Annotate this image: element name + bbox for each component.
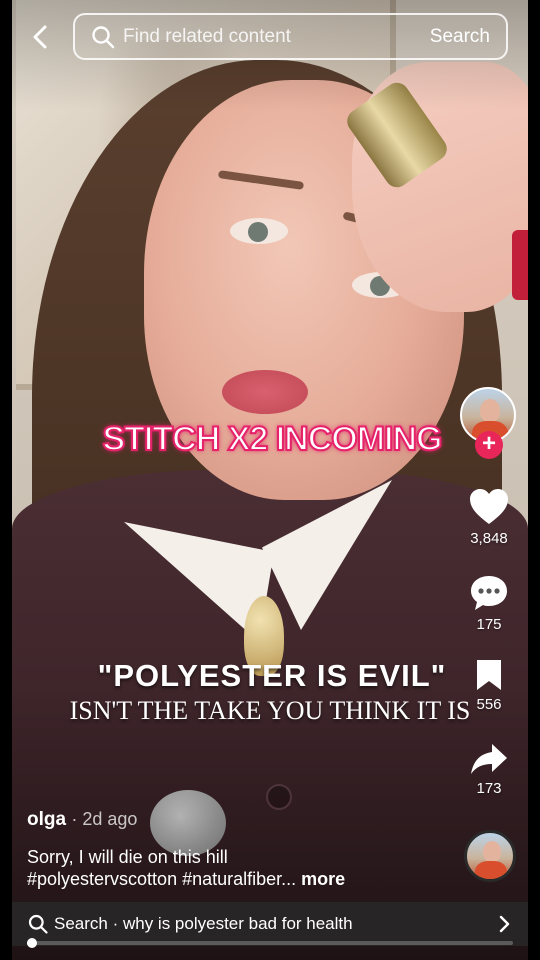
product-red	[512, 230, 528, 300]
search-bar[interactable]: Search	[73, 13, 508, 60]
back-arrow-icon	[33, 25, 47, 49]
caption-line-1: Sorry, I will die on this hill	[27, 847, 228, 867]
comment-button[interactable]: 175	[459, 574, 519, 633]
search-icon	[92, 25, 115, 48]
follow-button[interactable]: +	[475, 431, 503, 459]
related-search-bar[interactable]: Search · why is polyester bad for health	[12, 902, 528, 946]
sound-disc[interactable]	[464, 830, 516, 882]
back-button[interactable]	[26, 22, 56, 52]
share-button[interactable]: 173	[459, 742, 519, 797]
video-progress-bar[interactable]	[26, 938, 513, 948]
progress-knob[interactable]	[26, 938, 37, 948]
post-caption[interactable]: Sorry, I will die on this hill #polyeste…	[27, 846, 447, 890]
eye-left	[230, 218, 288, 244]
bookmark-icon	[477, 660, 501, 690]
chevron-right-icon	[499, 915, 510, 933]
search-input[interactable]	[123, 25, 413, 48]
stitch-overlay-text: STITCH X2 INCOMING	[101, 419, 443, 459]
search-icon	[28, 914, 48, 934]
avatar-head	[480, 399, 500, 423]
caption-line-2: #polyestervscotton #naturalfiber... more	[27, 868, 447, 890]
author-name[interactable]: olga	[27, 809, 66, 830]
comment-count: 175	[476, 616, 502, 633]
like-button[interactable]: 3,848	[459, 488, 519, 547]
author-line: olga · 2d ago	[27, 809, 137, 831]
disc-body	[475, 861, 507, 879]
heart-icon	[470, 489, 508, 524]
save-button[interactable]: 556	[459, 658, 519, 713]
comment-bubble-icon	[471, 576, 507, 610]
plus-icon: +	[481, 430, 496, 457]
search-button[interactable]: Search	[430, 26, 490, 48]
disc-head	[483, 841, 501, 863]
subheadline-overlay-text: ISN'T THE TAKE YOU THINK IT IS	[69, 696, 471, 725]
related-search-label: Search · why is polyester bad for health	[54, 914, 353, 933]
post-time: · 2d ago	[71, 809, 138, 829]
save-count: 556	[476, 696, 502, 713]
share-count: 173	[476, 780, 502, 797]
like-count: 3,848	[470, 530, 508, 547]
caption-hashtags[interactable]: #polyestervscotton #naturalfiber...	[27, 869, 296, 889]
share-arrow-icon	[471, 744, 507, 774]
lips	[222, 370, 308, 414]
caption-more-link[interactable]: more	[301, 869, 345, 889]
headline-overlay-text: "POLYESTER IS EVIL"	[97, 658, 447, 693]
